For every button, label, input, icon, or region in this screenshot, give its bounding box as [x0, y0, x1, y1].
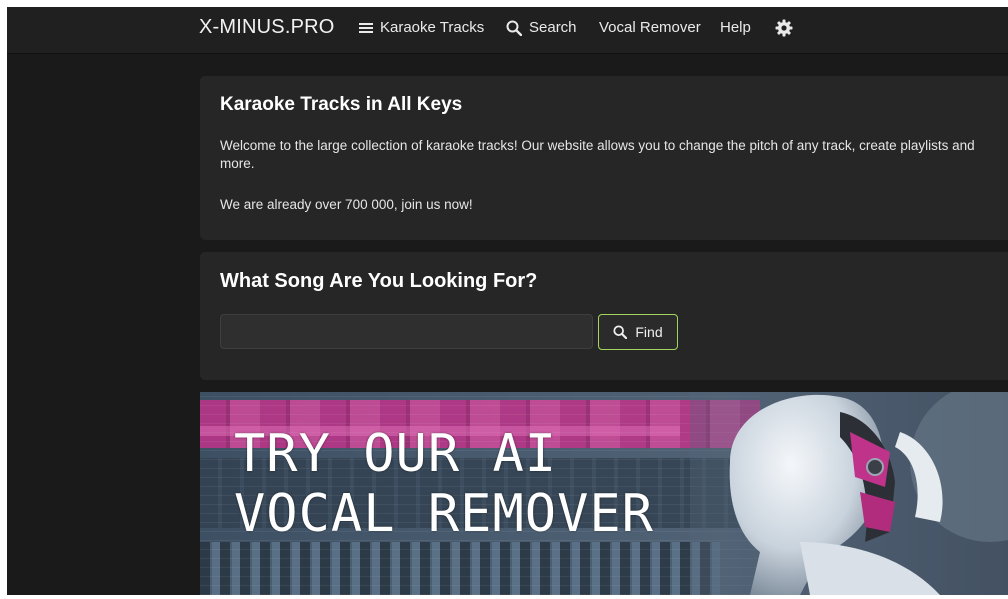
menu-icon: [359, 22, 373, 34]
song-search-card: What Song Are You Looking For? Find: [200, 252, 1008, 380]
site-logo[interactable]: X-MINUS.PRO: [199, 16, 335, 39]
song-search-input[interactable]: [220, 314, 593, 349]
settings-button[interactable]: [775, 19, 793, 37]
page: X-MINUS.PRO Karaoke Tracks Search Vocal …: [7, 7, 1008, 595]
banner-line: VOCAL REMOVER: [234, 484, 654, 544]
search-icon: [613, 325, 628, 340]
nav-item-vocal-remover[interactable]: Vocal Remover: [599, 19, 701, 36]
top-navbar: X-MINUS.PRO Karaoke Tracks Search Vocal …: [7, 7, 1008, 53]
find-button-label: Find: [635, 324, 663, 340]
nav-item-label: Vocal Remover: [599, 19, 701, 36]
nav-item-label: Search: [529, 19, 577, 36]
nav-item-label: Karaoke Tracks: [380, 19, 485, 36]
nav-item-help[interactable]: Help: [720, 19, 751, 36]
banner-headline: TRY OUR AI VOCAL REMOVER: [234, 424, 654, 544]
nav-item-label: Help: [720, 19, 751, 36]
members-count-text: We are already over 700 000, join us now…: [220, 197, 473, 212]
vocal-remover-banner[interactable]: TRY OUR AI VOCAL REMOVER: [200, 392, 1008, 595]
gear-icon: [775, 19, 793, 37]
robot-head-illustration: [690, 392, 1008, 595]
nav-item-karaoke-tracks[interactable]: Karaoke Tracks: [359, 19, 484, 36]
intro-title: Karaoke Tracks in All Keys: [220, 94, 463, 115]
intro-paragraph: Welcome to the large collection of karao…: [220, 138, 975, 171]
nav-item-search[interactable]: Search: [506, 19, 577, 36]
find-button[interactable]: Find: [598, 314, 678, 350]
intro-card: Karaoke Tracks in All Keys Welcome to th…: [200, 76, 1008, 240]
banner-line: TRY OUR AI: [234, 424, 558, 484]
search-title: What Song Are You Looking For?: [220, 270, 538, 292]
search-icon: [506, 20, 523, 36]
